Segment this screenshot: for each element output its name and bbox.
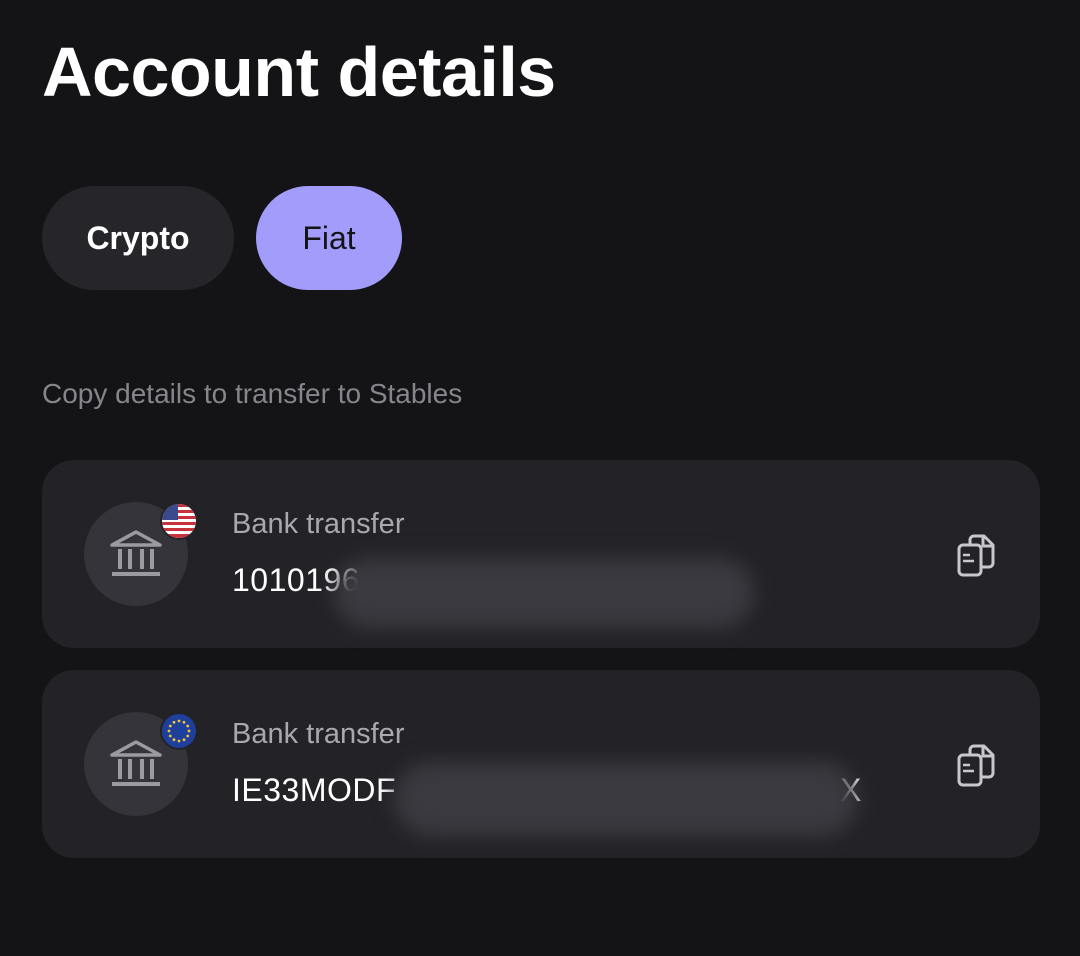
redacted-region	[334, 558, 754, 628]
account-iban: IE33MODF X	[232, 772, 861, 809]
account-details-screen: Account details Crypto Fiat Copy details…	[0, 0, 1080, 956]
account-label: Bank transfer	[232, 718, 405, 750]
redacted-region	[394, 762, 858, 836]
copy-button[interactable]	[952, 740, 1000, 792]
eu-flag-icon	[160, 712, 198, 750]
tab-fiat[interactable]: Fiat	[256, 186, 402, 290]
account-label: Bank transfer	[232, 508, 405, 540]
bank-transfer-card-usd: Bank transfer 1010196	[42, 460, 1040, 648]
account-iban-prefix: IE33MODF	[232, 772, 397, 808]
bank-transfer-card-eur: Bank transfer IE33MODF X	[42, 670, 1040, 858]
tab-crypto[interactable]: Crypto	[42, 186, 234, 290]
copy-icon	[957, 744, 995, 787]
page-title: Account details	[42, 33, 556, 111]
bank-icon	[110, 530, 162, 576]
account-type-tabs: Crypto Fiat	[42, 186, 402, 290]
copy-button[interactable]	[952, 530, 1000, 582]
us-flag-icon	[160, 502, 198, 540]
copy-icon	[957, 534, 995, 577]
copy-details-hint: Copy details to transfer to Stables	[42, 378, 463, 409]
bank-icon	[110, 740, 162, 786]
